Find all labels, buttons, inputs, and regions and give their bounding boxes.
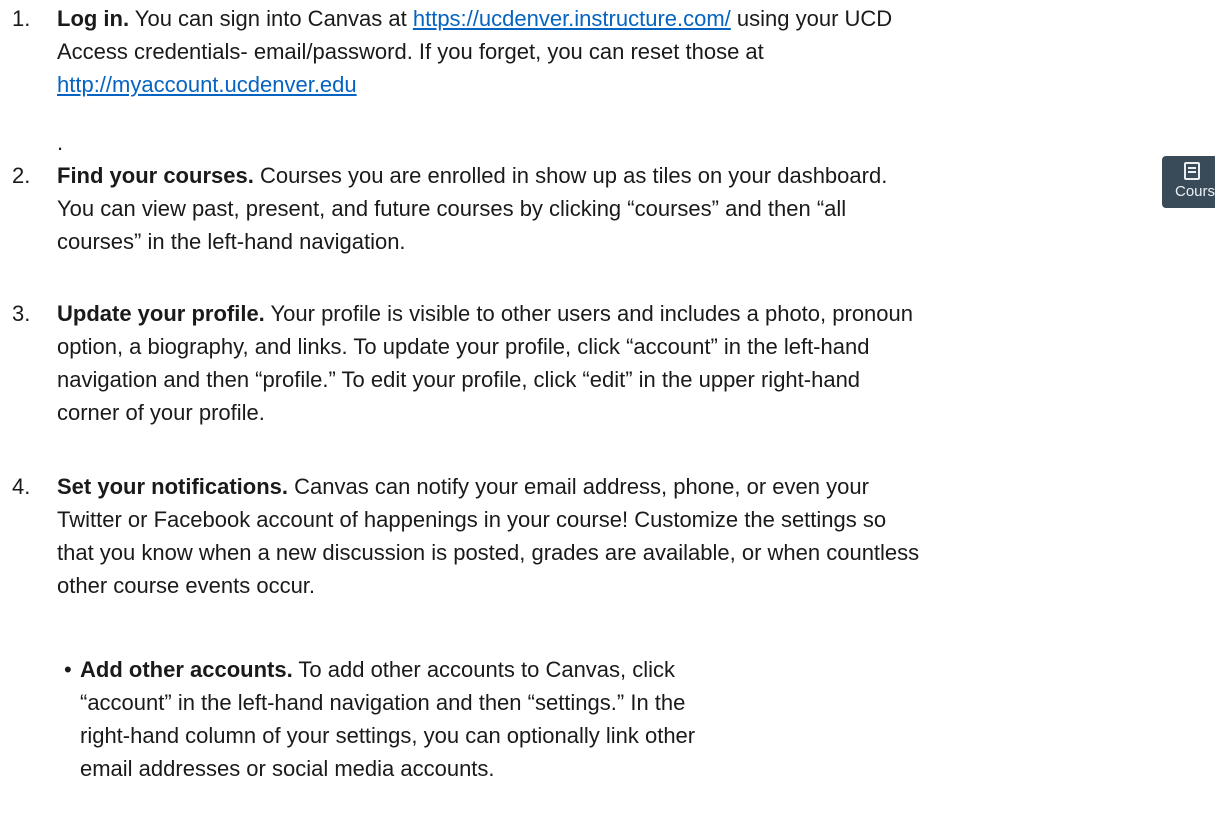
line: You can view past, present, and future c… bbox=[57, 196, 847, 221]
line: that you know when a new discussion is p… bbox=[57, 540, 920, 565]
item-text: Set your notifications. Canvas can notif… bbox=[57, 470, 919, 602]
line-text: Canvas can notify your email address, ph… bbox=[288, 474, 869, 499]
line-text: To add other accounts to Canvas, click bbox=[292, 657, 676, 682]
line-text: using your UCD bbox=[730, 6, 893, 31]
line: Access credentials- email/password. If y… bbox=[57, 39, 764, 64]
line: Twitter or Facebook account of happening… bbox=[57, 507, 887, 532]
line: Update your profile. Your profile is vis… bbox=[57, 297, 913, 330]
item-lead: Update your profile. bbox=[57, 301, 265, 326]
item-text: Log in. You can sign into Canvas at http… bbox=[57, 2, 892, 101]
line: navigation and then “profile.” To edit y… bbox=[57, 367, 861, 392]
line: other course events occur. bbox=[57, 573, 316, 598]
line: corner of your profile. bbox=[57, 400, 265, 425]
line-text: Your profile is visible to other users a… bbox=[264, 301, 914, 326]
item-lead: Log in. bbox=[57, 6, 130, 31]
line-text: Courses you are enrolled in show up as t… bbox=[253, 163, 888, 188]
line: right-hand column of your settings, you … bbox=[80, 723, 696, 748]
line: “account” in the left-hand navigation an… bbox=[80, 690, 686, 715]
courses-tile-label: Courses bbox=[1175, 183, 1215, 200]
canvas-url-link[interactable]: https://ucdenver.instructure.com/ bbox=[413, 6, 731, 31]
line-text: You can sign into Canvas at bbox=[129, 6, 413, 31]
bullet-icon: • bbox=[64, 657, 72, 682]
item-lead: Set your notifications. bbox=[57, 474, 289, 499]
line: http://myaccount.ucdenver.edu bbox=[57, 68, 892, 101]
courses-nav-tile: Courses bbox=[1162, 156, 1215, 208]
line: Add other accounts. To add other account… bbox=[80, 653, 880, 686]
line: Find your courses. Courses you are enrol… bbox=[57, 159, 887, 192]
item-number: 1. bbox=[12, 6, 31, 31]
item-number: 4. bbox=[12, 474, 31, 499]
line: Set your notifications. Canvas can notif… bbox=[57, 470, 919, 503]
line: courses” in the left-hand navigation. bbox=[57, 229, 406, 254]
item-number: 2. bbox=[12, 163, 31, 188]
item-text: Update your profile. Your profile is vis… bbox=[57, 297, 913, 429]
line: Log in. You can sign into Canvas at http… bbox=[57, 2, 892, 35]
item-text: Find your courses. Courses you are enrol… bbox=[57, 159, 887, 258]
courses-book-icon bbox=[1184, 162, 1200, 180]
bullet-text: Add other accounts. To add other account… bbox=[80, 653, 880, 785]
myaccount-link[interactable]: http://myaccount.ucdenver.edu bbox=[57, 72, 357, 97]
item-number: 3. bbox=[12, 301, 31, 326]
bullet-lead: Add other accounts. bbox=[80, 657, 293, 682]
item-lead: Find your courses. bbox=[57, 163, 254, 188]
line: email addresses or social media accounts… bbox=[80, 756, 495, 781]
stray-period: . bbox=[57, 130, 64, 155]
line: option, a biography, and links. To updat… bbox=[57, 334, 870, 359]
